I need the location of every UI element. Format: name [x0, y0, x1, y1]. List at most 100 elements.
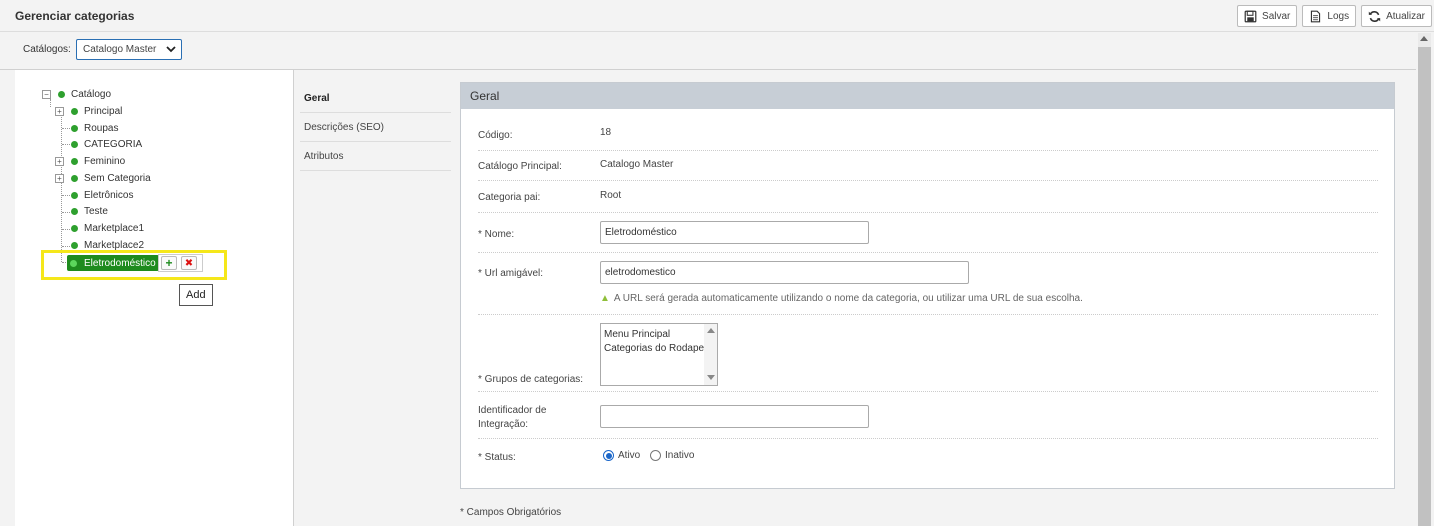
codigo-label: Código:: [478, 130, 513, 141]
nome-input[interactable]: Eletrodoméstico: [600, 221, 869, 244]
save-button-label: Salvar: [1262, 10, 1291, 22]
required-fields-note: * Campos Obrigatórios: [460, 507, 562, 518]
delete-node-button[interactable]: ✖: [181, 256, 197, 270]
row-catalogo: Catálogo Principal: Catalogo Master: [478, 151, 1378, 181]
status-dot-icon: [70, 259, 77, 267]
collapse-icon[interactable]: −: [42, 90, 51, 99]
integracao-label-line2: Integração:: [478, 419, 529, 430]
chevron-down-icon: [166, 46, 176, 53]
grupos-listbox[interactable]: Menu Principal Categorias do Rodape: [600, 323, 718, 386]
integracao-label: Identificador de Integração:: [478, 404, 546, 432]
logs-button-label: Logs: [1327, 10, 1350, 22]
status-inativo-radio[interactable]: Inativo: [650, 450, 694, 461]
listbox-scrollbar[interactable]: [704, 324, 717, 385]
tree-node-label: Catálogo: [71, 88, 112, 100]
tree-line: [50, 99, 51, 107]
scroll-up-icon[interactable]: [1420, 36, 1428, 41]
status-dot-icon: [71, 124, 78, 132]
tree-node-label: Marketplace1: [84, 222, 145, 234]
catalog-label: Catálogos:: [23, 44, 71, 55]
category-tree-panel: [15, 70, 294, 526]
status-ativo-radio[interactable]: Ativo: [603, 450, 640, 461]
refresh-icon: [1368, 10, 1381, 22]
tree-node[interactable]: Principal: [71, 104, 122, 118]
tree-node-label: Sem Categoria: [84, 172, 151, 184]
expand-icon[interactable]: +: [55, 157, 64, 166]
catalogo-label: Catálogo Principal:: [478, 161, 562, 172]
row-categoria-pai: Categoria pai: Root: [478, 181, 1378, 213]
integracao-label-line1: Identificador de: [478, 405, 547, 416]
tree-line: [61, 115, 62, 262]
tree-node-label: Marketplace2: [84, 239, 145, 251]
status-dot-icon: [71, 174, 78, 182]
row-status: * Status: Ativo Inativo: [478, 439, 1378, 475]
catalog-row: Catálogos: Catalogo Master: [0, 33, 1416, 70]
form-title: Geral: [461, 83, 1394, 109]
tree-line: [62, 212, 70, 213]
expand-icon[interactable]: +: [55, 107, 64, 116]
toolbar: Salvar Logs Atualizar: [1237, 5, 1432, 27]
row-url: * Url amigável: eletrodomestico ▲ A URL s…: [478, 253, 1378, 315]
codigo-value: 18: [600, 127, 612, 138]
catalog-select-value: Catalogo Master: [83, 44, 157, 55]
row-integracao: Identificador de Integração:: [478, 392, 1378, 439]
page-title: Gerenciar categorias: [15, 9, 135, 23]
refresh-button-label: Atualizar: [1386, 10, 1425, 22]
form-panel: Geral Código: 18 Catálogo Principal: Cat…: [460, 82, 1395, 489]
status-label: * Status:: [478, 452, 516, 463]
tree-node-label: Feminino: [84, 155, 126, 167]
floppy-disk-icon: [1244, 10, 1257, 22]
page-scrollbar[interactable]: [1418, 33, 1431, 526]
list-item[interactable]: Menu Principal: [604, 328, 714, 342]
tree-line: [62, 246, 70, 247]
tree-node-root[interactable]: Catálogo: [58, 87, 111, 101]
save-button[interactable]: Salvar: [1237, 5, 1298, 27]
status-dot-icon: [71, 207, 78, 215]
catalogo-value: Catalogo Master: [600, 159, 674, 170]
status-dot-icon: [71, 241, 78, 249]
scroll-down-icon[interactable]: [707, 375, 715, 380]
add-tooltip: Add: [179, 284, 213, 306]
refresh-button[interactable]: Atualizar: [1361, 5, 1432, 27]
tree-node[interactable]: CATEGORIA: [71, 137, 142, 151]
url-hint: ▲ A URL será gerada automaticamente utili…: [600, 293, 1083, 304]
tree-node-label: Principal: [84, 105, 123, 117]
tree-node-label: Teste: [84, 205, 108, 217]
add-child-button[interactable]: +: [161, 256, 177, 270]
vertical-tabs: Geral Descrições (SEO) Atributos: [294, 70, 460, 526]
tree-node-label: Roupas: [84, 122, 119, 134]
status-dot-icon: [71, 140, 78, 148]
tree-node-label: Eletrônicos: [84, 189, 134, 201]
categoria-pai-value: Root: [600, 190, 622, 201]
tree-line: [62, 195, 70, 196]
tree-node[interactable]: Marketplace1: [71, 221, 144, 235]
list-item[interactable]: Categorias do Rodape: [604, 342, 714, 356]
page-header: Gerenciar categorias Salvar Logs Atualiz…: [0, 0, 1434, 32]
node-actions: + ✖: [158, 254, 203, 272]
tree-node-label: Eletrodoméstico: [84, 257, 156, 269]
tab-atributos[interactable]: Atributos: [300, 142, 451, 171]
tree-line: [62, 229, 70, 230]
expand-icon[interactable]: +: [55, 174, 64, 183]
tree-node[interactable]: Teste: [71, 204, 108, 218]
caret-up-icon: ▲: [600, 293, 610, 304]
tree-node[interactable]: Roupas: [71, 121, 118, 135]
nome-label: * Nome:: [478, 229, 515, 240]
tree-node[interactable]: Eletrônicos: [71, 188, 133, 202]
status-ativo-label: Ativo: [618, 450, 641, 461]
row-grupos: * Grupos de categorias: Menu Principal C…: [478, 315, 1378, 392]
tree-node[interactable]: Sem Categoria: [71, 171, 151, 185]
tree-node-label: CATEGORIA: [84, 138, 143, 150]
scroll-thumb[interactable]: [1418, 47, 1431, 526]
tree-node-selected[interactable]: Eletrodoméstico: [67, 255, 159, 271]
catalog-select[interactable]: Catalogo Master: [76, 39, 182, 60]
scroll-up-icon[interactable]: [707, 328, 715, 333]
url-input[interactable]: eletrodomestico: [600, 261, 969, 284]
logs-button[interactable]: Logs: [1302, 5, 1357, 27]
tab-geral[interactable]: Geral: [300, 84, 451, 113]
status-dot-icon: [71, 224, 78, 232]
tab-seo[interactable]: Descrições (SEO): [300, 113, 451, 142]
integracao-input[interactable]: [600, 405, 869, 428]
tree-line: [62, 128, 70, 129]
tree-node[interactable]: Feminino: [71, 154, 125, 168]
